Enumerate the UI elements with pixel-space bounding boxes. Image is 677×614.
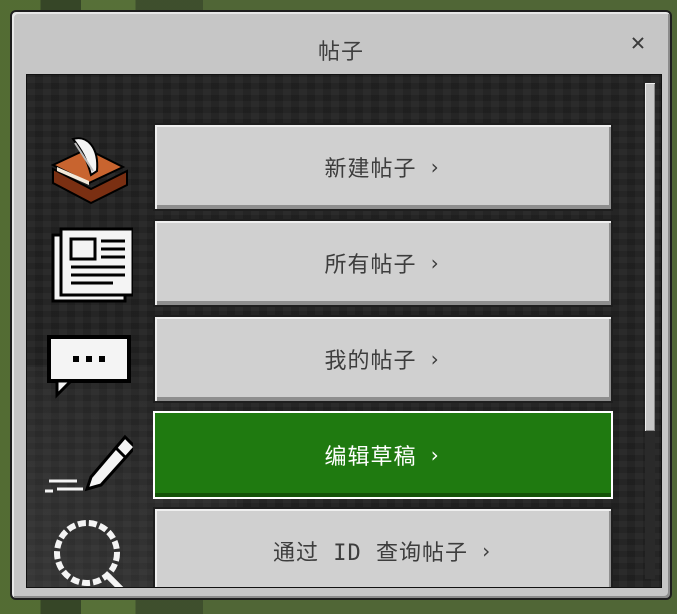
all-posts-label: 所有帖子 [324,253,417,278]
scrollbar[interactable] [645,83,655,579]
posts-dialog: 帖子 ✕ 新建帖子 › 所有帖子 › 我的帖子 › 编辑草稿 › 通过 ID 查… [10,10,672,600]
chevron-right-icon: › [479,539,494,563]
my-posts-label: 我的帖子 [324,349,417,374]
edit-drafts-label: 编辑草稿 [324,445,417,470]
dialog-title: 帖子 [317,40,364,65]
menu-item-my-posts: 我的帖子 › [27,315,627,409]
query-by-id-label: 通过 ID 查询帖子 [272,541,468,566]
chevron-right-icon: › [428,347,442,371]
chevron-right-icon: › [428,443,442,467]
my-posts-button[interactable]: 我的帖子 › [153,315,613,403]
new-post-label: 新建帖子 [324,157,417,182]
menu-item-edit-drafts: 编辑草稿 › [27,411,627,505]
menu-panel: 新建帖子 › 所有帖子 › 我的帖子 › 编辑草稿 › 通过 ID 查询帖子 › [26,74,662,588]
menu-item-all-posts: 所有帖子 › [27,219,627,313]
new-post-button[interactable]: 新建帖子 › [153,123,613,211]
magnifier-icon [43,515,133,587]
chat-bubble-icon [43,323,133,403]
close-icon[interactable]: ✕ [626,30,650,54]
edit-drafts-button[interactable]: 编辑草稿 › [153,411,613,499]
menu-item-new-post: 新建帖子 › [27,123,627,217]
all-posts-button[interactable]: 所有帖子 › [153,219,613,307]
query-by-id-button[interactable]: 通过 ID 查询帖子 › [153,507,613,587]
menu-item-query-by-id: 通过 ID 查询帖子 › [27,507,627,587]
chevron-right-icon: › [428,155,442,179]
chevron-right-icon: › [428,251,442,275]
scrollbar-thumb[interactable] [645,83,655,431]
book-quill-icon [43,131,133,211]
newspaper-icon [43,227,135,307]
pencil-icon [43,419,138,499]
